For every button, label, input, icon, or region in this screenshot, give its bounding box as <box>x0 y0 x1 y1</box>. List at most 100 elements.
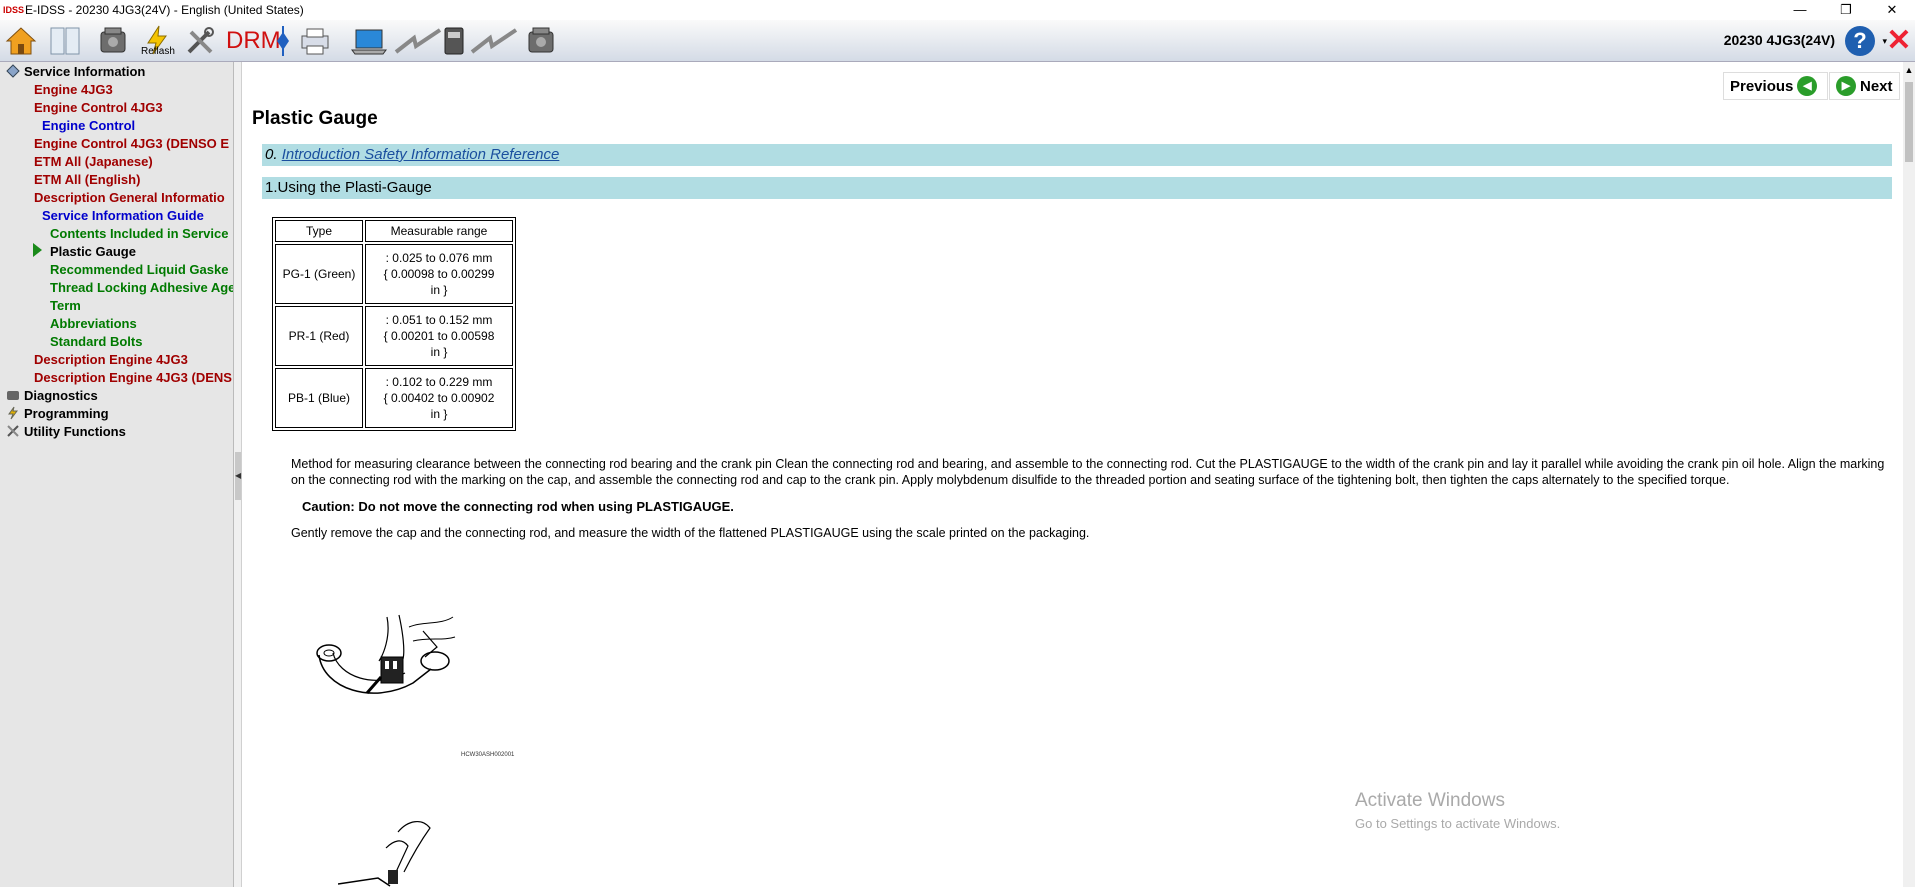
engine-icon <box>100 27 126 53</box>
programming-icon <box>6 406 20 420</box>
home-icon <box>5 27 37 55</box>
caution-note: Caution: Do not move the connecting rod … <box>302 499 734 514</box>
home-button[interactable] <box>4 24 38 58</box>
gauge-range-table: Type Measurable range PG-1 (Green) : 0.0… <box>272 217 516 431</box>
tree-item-service-information-guide[interactable]: Service Information Guide <box>42 208 204 224</box>
service-info-button[interactable] <box>48 24 82 58</box>
tree-item-description-engine-4jg3[interactable]: Description Engine 4JG3 <box>34 352 188 368</box>
engine-button[interactable] <box>524 24 558 58</box>
table-row: PR-1 (Red) : 0.051 to 0.152 mm { 0.00201… <box>275 306 513 366</box>
vertical-scrollbar[interactable]: ▲ <box>1903 62 1915 887</box>
range-cell: : 0.102 to 0.229 mm { 0.00402 to 0.00902… <box>365 368 513 428</box>
drm-label: DRM <box>226 27 281 54</box>
close-button[interactable]: ✕ <box>1869 0 1915 20</box>
reflash-label: Reflash <box>141 46 175 57</box>
tree-item-term[interactable]: Term <box>50 298 81 314</box>
tree-item-utility-functions[interactable]: Utility Functions <box>6 424 126 440</box>
table-header-row: Type Measurable range <box>275 220 513 242</box>
tree-item-programming[interactable]: Programming <box>6 406 109 422</box>
device-button[interactable] <box>442 24 466 58</box>
help-button[interactable]: ? <box>1845 26 1875 56</box>
tree-item-description-engine-denso[interactable]: Description Engine 4JG3 (DENS <box>34 370 232 386</box>
selected-arrow-icon <box>33 243 42 257</box>
tree-item-plastic-gauge[interactable]: Plastic Gauge <box>50 244 136 260</box>
safety-information-link[interactable]: Introduction Safety Information Referenc… <box>282 146 560 163</box>
next-button[interactable]: ▶ Next <box>1829 72 1900 100</box>
previous-label: Previous <box>1730 77 1794 95</box>
section-number: 0. <box>265 146 282 163</box>
app-logo-icon: IDSS <box>3 5 25 15</box>
window-title: E-IDSS - 20230 4JG3(24V) - English (Unit… <box>25 3 304 17</box>
tree-item-etm-japanese[interactable]: ETM All (Japanese) <box>34 154 153 170</box>
device-icon <box>444 27 464 55</box>
tree-item-etm-english[interactable]: ETM All (English) <box>34 172 140 188</box>
document-view: Previous ◀ ▶ Next Plastic Gauge 0. Intro… <box>243 62 1903 887</box>
drm-button[interactable]: DRM <box>224 24 281 58</box>
tools-icon <box>6 424 20 438</box>
diamond-button[interactable] <box>274 24 292 58</box>
arrow-left-icon: ◀ <box>1797 76 1818 96</box>
figure-code: HCW30ASH002001 <box>461 752 515 758</box>
remove-paragraph: Gently remove the cap and the connecting… <box>291 526 1090 540</box>
laptop-icon <box>351 29 387 55</box>
hand-measuring-illustration <box>338 821 431 887</box>
tree-item-diagnostics[interactable]: Diagnostics <box>6 388 98 404</box>
tree-item-engine-control-denso[interactable]: Engine Control 4JG3 (DENSO E <box>34 136 229 152</box>
connecting-rod-illustration <box>316 614 456 694</box>
tree-item-recommended-liquid-gasket[interactable]: Recommended Liquid Gaske <box>50 262 228 278</box>
tree-item-service-information[interactable]: Service Information <box>6 64 145 80</box>
panel-splitter[interactable]: ◀ <box>234 62 242 887</box>
activation-watermark-text: Go to Settings to activate Windows. <box>1355 816 1561 831</box>
next-label: Next <box>1860 77 1893 95</box>
reflash-button[interactable]: Reflash <box>140 24 175 58</box>
type-cell: PB-1 (Blue) <box>275 368 363 428</box>
book-icon <box>50 27 80 55</box>
collapse-grip-icon[interactable]: ◀ <box>235 452 241 500</box>
table-row: PB-1 (Blue) : 0.102 to 0.229 mm { 0.0040… <box>275 368 513 428</box>
previous-button[interactable]: Previous ◀ <box>1723 72 1829 100</box>
type-cell: PR-1 (Red) <box>275 306 363 366</box>
scroll-thumb[interactable] <box>1905 82 1913 162</box>
tools-button[interactable] <box>183 24 217 58</box>
engine-icon <box>6 388 20 402</box>
lightning-icon <box>470 28 518 54</box>
engine-icon <box>528 27 554 53</box>
navigation-tree: Service Information Engine 4JG3 Engine C… <box>0 62 234 887</box>
tree-item-engine-4jg3[interactable]: Engine 4JG3 <box>34 82 113 98</box>
type-cell: PG-1 (Green) <box>275 244 363 304</box>
range-cell: : 0.051 to 0.152 mm { 0.00201 to 0.00598… <box>365 306 513 366</box>
laptop-button[interactable] <box>349 24 389 58</box>
arrow-right-icon: ▶ <box>1836 76 1856 96</box>
column-header-range: Measurable range <box>365 220 513 242</box>
column-header-type: Type <box>275 220 363 242</box>
model-label: 20230 4JG3(24V) <box>1723 32 1835 48</box>
tree-item-standard-bolts[interactable]: Standard Bolts <box>50 334 142 350</box>
title-bar: IDSS E-IDSS - 20230 4JG3(24V) - English … <box>0 0 1915 20</box>
tree-item-contents-included[interactable]: Contents Included in Service <box>50 226 228 242</box>
service-info-icon <box>6 64 20 78</box>
connection-button-2[interactable] <box>470 24 518 58</box>
tree-item-thread-locking-adhesive[interactable]: Thread Locking Adhesive Age <box>50 280 233 296</box>
print-button[interactable] <box>298 24 332 58</box>
tools-icon <box>187 27 214 54</box>
diagnostics-button[interactable] <box>96 24 130 58</box>
diamond-icon <box>277 26 289 56</box>
restore-button[interactable]: ❐ <box>1823 0 1869 20</box>
table-row: PG-1 (Green) : 0.025 to 0.076 mm { 0.000… <box>275 244 513 304</box>
tree-item-abbreviations[interactable]: Abbreviations <box>50 316 137 332</box>
scroll-up-icon[interactable]: ▲ <box>1903 62 1915 78</box>
method-paragraph: Method for measuring clearance between t… <box>291 457 1885 487</box>
section-header-1: 1.Using the Plasti-Gauge <box>262 177 1892 199</box>
connection-button-1[interactable] <box>394 24 442 58</box>
close-icon: ✕ <box>1886 24 1912 57</box>
tree-item-description-general[interactable]: Description General Informatio <box>34 190 225 206</box>
help-icon: ? <box>1853 28 1867 53</box>
minimize-button[interactable]: — <box>1777 0 1823 20</box>
tree-item-engine-control[interactable]: Engine Control <box>42 118 135 134</box>
tree-item-engine-control-4jg3[interactable]: Engine Control 4JG3 <box>34 100 163 116</box>
exit-button[interactable]: ✕ <box>1885 26 1913 56</box>
range-cell: : 0.025 to 0.076 mm { 0.00098 to 0.00299… <box>365 244 513 304</box>
activation-watermark-title: Activate Windows <box>1355 790 1505 811</box>
page-title: Plastic Gauge <box>252 108 378 129</box>
lightning-icon <box>394 28 442 54</box>
